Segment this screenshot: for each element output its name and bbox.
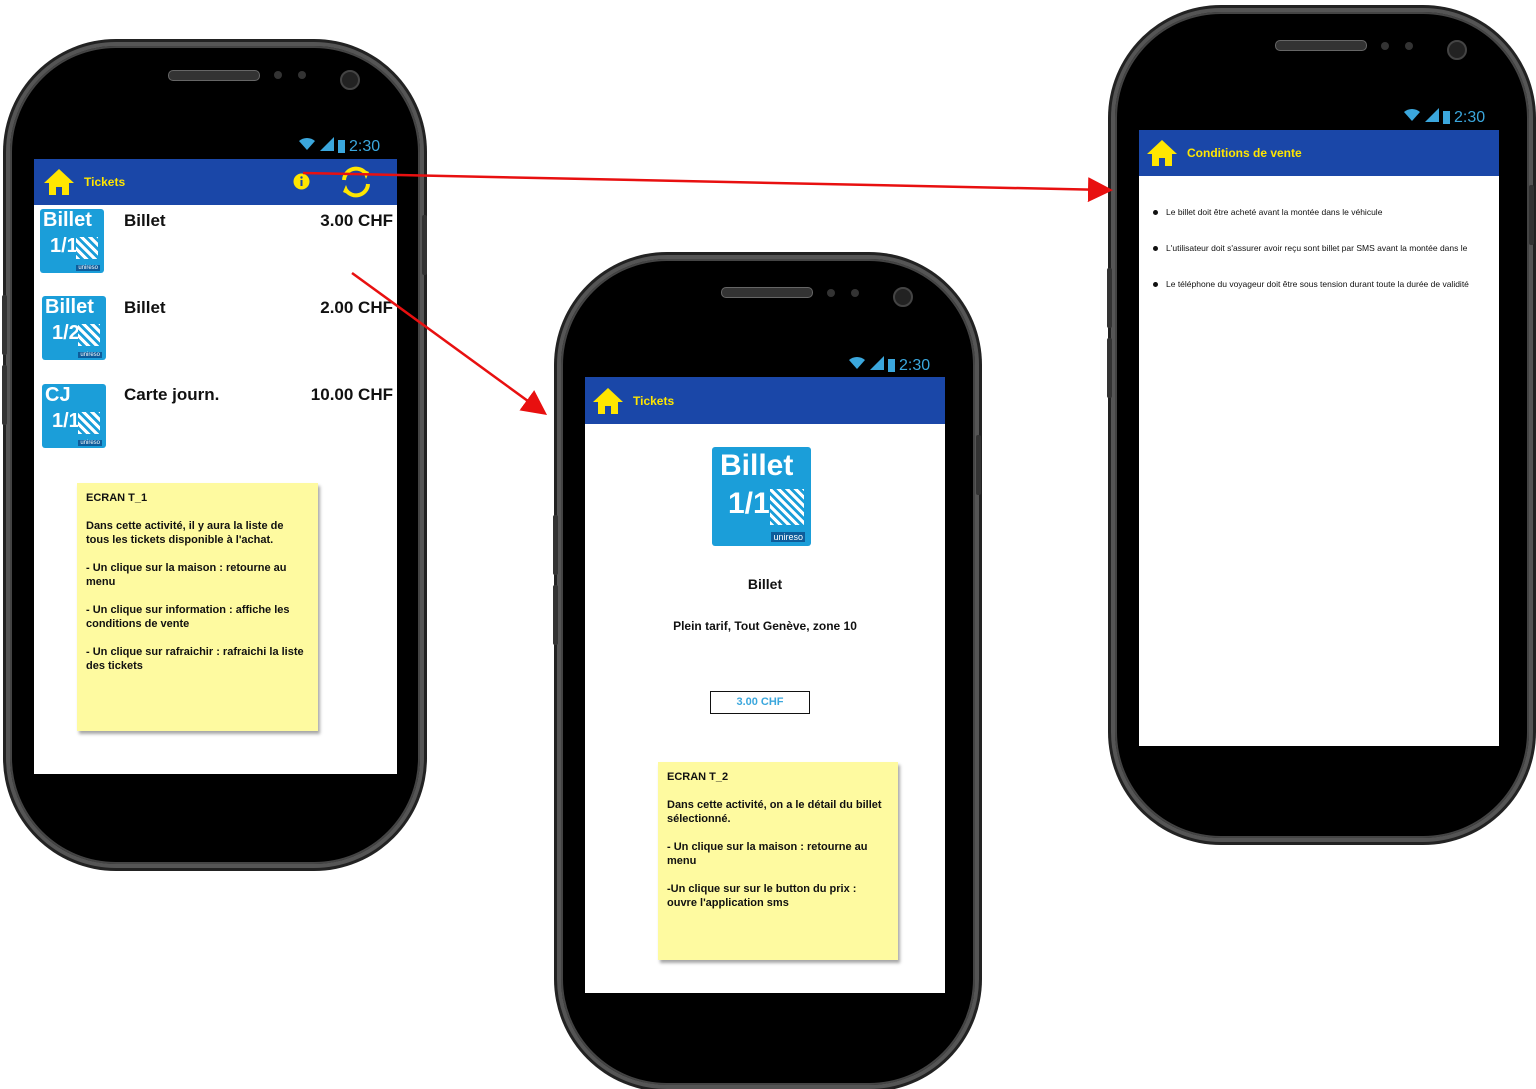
speaker-grille — [1275, 40, 1367, 51]
ticket-description: Plein tarif, Tout Genève, zone 10 — [673, 619, 857, 633]
ticket-price: 3.00 CHF — [320, 211, 393, 230]
home-icon[interactable] — [1145, 138, 1179, 168]
side-button — [422, 215, 427, 275]
ticket-logo-fraction: 1/1 — [52, 410, 80, 432]
wifi-icon — [1403, 108, 1421, 127]
ticket-list-item[interactable]: Billet 1/1 unireso Billet 3.00 CHF — [34, 205, 397, 285]
side-button — [1529, 185, 1534, 245]
ticket-stripe — [78, 412, 100, 434]
signal-icon — [870, 356, 884, 375]
ticket-name: Billet — [124, 211, 166, 230]
ticket-logo: CJ 1/1 unireso — [42, 384, 106, 448]
side-button — [2, 365, 7, 425]
battery-icon — [338, 140, 345, 153]
home-icon[interactable] — [42, 167, 76, 197]
ticket-logo-brand: unireso — [771, 532, 805, 542]
screen-conditions: Conditions de vente Le billet doit être … — [1139, 130, 1499, 746]
ticket-logo-fraction: 1/2 — [52, 322, 80, 344]
signal-icon — [1425, 108, 1439, 127]
ticket-logo: Billet 1/2 unireso — [42, 296, 106, 360]
info-icon[interactable] — [293, 173, 310, 195]
condition-item: L'utilisateur doit s'assurer avoir reçu … — [1153, 243, 1467, 253]
status-bar-2: 2:30 — [848, 356, 930, 375]
ticket-name: Billet — [747, 576, 783, 592]
ticket-logo-text: Billet — [43, 209, 92, 231]
condition-item: Le billet doit être acheté avant la mont… — [1153, 207, 1382, 217]
ticket-list-item[interactable]: Billet 1/2 unireso Billet 2.00 CHF — [34, 292, 397, 372]
ticket-name: Billet — [124, 298, 166, 317]
wifi-icon — [848, 356, 866, 375]
condition-item: Le téléphone du voyageur doit être sous … — [1153, 279, 1469, 289]
ticket-price: 10.00 CHF — [310, 385, 393, 404]
signal-icon — [320, 137, 334, 156]
sensor-dot — [851, 289, 859, 297]
ticket-logo-brand: unireso — [78, 352, 102, 358]
status-time: 2:30 — [349, 137, 381, 155]
sensor-dot — [1405, 42, 1413, 50]
status-time: 2:30 — [899, 356, 931, 374]
ticket-logo-fraction: 1/1 — [728, 487, 770, 520]
refresh-icon[interactable] — [338, 164, 374, 205]
battery-icon — [888, 359, 895, 372]
sticky-note-t1: ECRAN T_1 Dans cette activité, il y aura… — [77, 483, 318, 731]
sticky-note-t2: ECRAN T_2 Dans cette activité, on a le d… — [658, 762, 898, 960]
ticket-logo: Billet 1/1 unireso — [40, 209, 104, 273]
app-bar: Tickets — [34, 159, 397, 205]
status-time: 2:30 — [1454, 108, 1486, 126]
ticket-logo-text: Billet — [720, 449, 794, 482]
side-button — [1107, 268, 1112, 328]
sensor-dot — [274, 71, 282, 79]
battery-icon — [1443, 111, 1450, 124]
page-title: Tickets — [633, 393, 675, 408]
ticket-stripe — [770, 489, 804, 525]
ticket-logo-brand: unireso — [78, 440, 102, 446]
ticket-logo-large: Billet 1/1 unireso — [712, 447, 811, 546]
home-icon[interactable] — [591, 386, 625, 416]
ticket-logo-text: CJ — [45, 384, 71, 406]
ticket-name: Carte journ. — [124, 385, 220, 404]
side-button — [553, 515, 558, 575]
front-camera — [340, 70, 360, 90]
price-button[interactable]: 3.00 CHF — [710, 691, 810, 714]
ticket-logo-text: Billet — [45, 296, 94, 318]
screen-ticket-list: Tickets Billet 1/1 unireso Billet 3.00 C… — [34, 159, 397, 774]
ticket-price: 2.00 CHF — [320, 298, 393, 317]
sensor-dot — [1381, 42, 1389, 50]
ticket-stripe — [78, 324, 100, 346]
ticket-list-item[interactable]: CJ 1/1 unireso Carte journ. 10.00 CHF — [34, 379, 397, 459]
speaker-grille — [721, 287, 813, 298]
side-button — [976, 435, 981, 495]
wifi-icon — [298, 137, 316, 156]
speaker-grille — [168, 70, 260, 81]
ticket-stripe — [76, 237, 98, 259]
app-bar: Conditions de vente — [1139, 130, 1499, 176]
ticket-logo-brand: unireso — [76, 265, 100, 271]
sensor-dot — [827, 289, 835, 297]
page-title: Conditions de vente — [1187, 146, 1302, 160]
ticket-logo-fraction: 1/1 — [50, 235, 78, 257]
app-bar: Tickets — [585, 377, 945, 424]
side-button — [1107, 338, 1112, 398]
screen-ticket-detail: Tickets Billet 1/1 unireso Billet Plein … — [585, 377, 945, 993]
side-button — [553, 585, 558, 645]
front-camera — [893, 287, 913, 307]
front-camera — [1447, 40, 1467, 60]
status-bar-1: 2:30 — [298, 137, 380, 156]
status-bar-3: 2:30 — [1403, 108, 1485, 127]
sensor-dot — [298, 71, 306, 79]
page-title: Tickets — [84, 175, 126, 189]
side-button — [2, 295, 7, 355]
